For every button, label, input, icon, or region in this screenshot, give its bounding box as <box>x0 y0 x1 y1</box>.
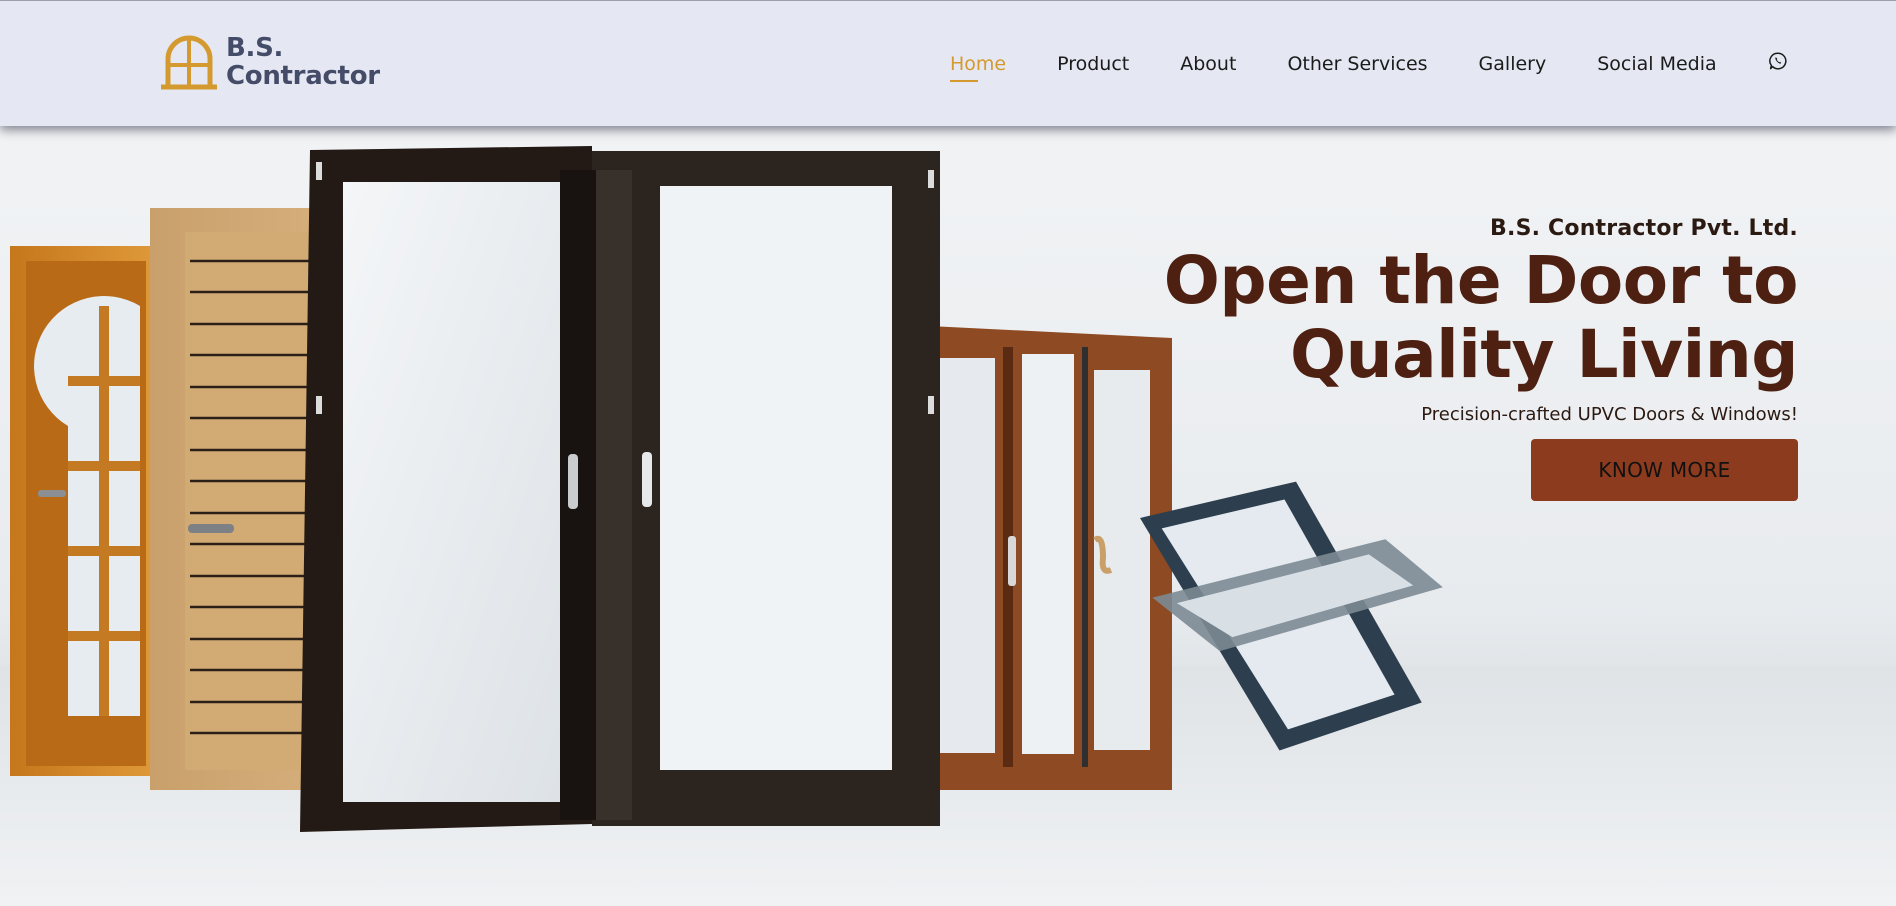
know-more-button[interactable]: KNOW MORE <box>1531 439 1798 501</box>
main-nav: Home Product About Other Services Galler… <box>950 51 1839 82</box>
hero-headline: Open the Door to Quality Living <box>1098 242 1799 393</box>
nav-gallery[interactable]: Gallery <box>1479 53 1547 75</box>
nav-home[interactable]: Home <box>950 53 1006 82</box>
hero-headline-line1: Open the Door to <box>1163 242 1799 319</box>
whatsapp-link[interactable] <box>1768 51 1788 76</box>
oak-glazed-door <box>10 246 160 776</box>
hero-text-block: B.S. Contractor Pvt. Ltd. Open the Door … <box>1098 216 1799 501</box>
nav-social-media[interactable]: Social Media <box>1597 53 1716 75</box>
brand-name: B.S. Contractor <box>226 34 380 90</box>
brand-name-line2: Contractor <box>226 61 380 91</box>
arched-window-icon <box>161 35 217 90</box>
brand-name-line1: B.S. <box>226 33 284 63</box>
dark-wood-double-door <box>300 146 940 832</box>
hero-tagline: Precision-crafted UPVC Doors & Windows! <box>1421 404 1798 425</box>
brand-logo[interactable]: B.S. Contractor <box>160 33 380 91</box>
nav-about[interactable]: About <box>1180 53 1236 75</box>
site-header: B.S. Contractor Home Product About Other… <box>0 0 1896 126</box>
hero-banner: B.S. Contractor Pvt. Ltd. Open the Door … <box>0 126 1896 906</box>
whatsapp-icon <box>1768 52 1787 70</box>
hero-headline-line2: Quality Living <box>1290 316 1798 393</box>
nav-other-services[interactable]: Other Services <box>1287 53 1427 75</box>
company-name: B.S. Contractor Pvt. Ltd. <box>1490 216 1798 241</box>
nav-product[interactable]: Product <box>1057 53 1129 75</box>
